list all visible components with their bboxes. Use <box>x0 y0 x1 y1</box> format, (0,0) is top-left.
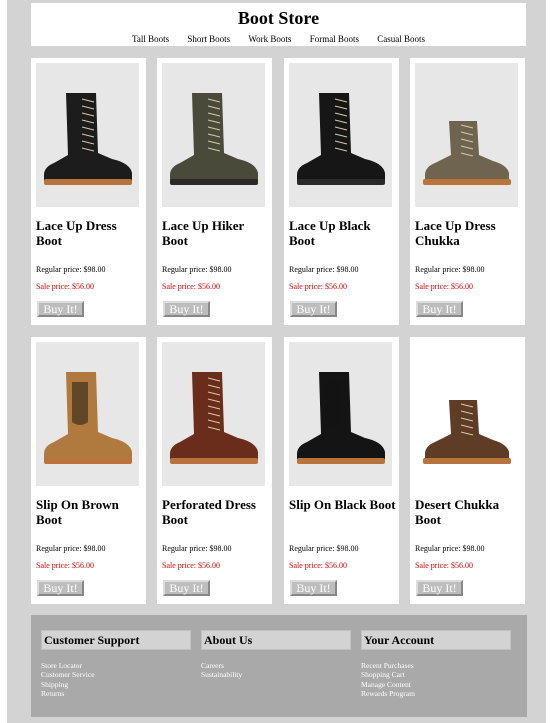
regular-price: Regular price: $98.00 <box>415 544 485 553</box>
sale-price: Sale price: $56.00 <box>36 282 94 291</box>
nav-tall-boots[interactable]: Tall Boots <box>132 34 169 44</box>
boot-illustration <box>44 93 132 185</box>
footer-link-shopping-cart[interactable]: Shopping Cart <box>361 670 511 679</box>
product-card: Lace Up Hiker Boot Regular price: $98.00… <box>157 58 272 325</box>
product-name[interactable]: Slip On Brown Boot <box>36 497 144 527</box>
footer-link-returns[interactable]: Returns <box>41 689 191 698</box>
footer-heading: Customer Support <box>41 630 191 650</box>
sale-price: Sale price: $56.00 <box>289 282 347 291</box>
sale-price: Sale price: $56.00 <box>415 282 473 291</box>
regular-price: Regular price: $98.00 <box>162 544 232 553</box>
sale-price: Sale price: $56.00 <box>289 561 347 570</box>
footer-link-recent-purchases[interactable]: Recent Purchases <box>361 661 511 670</box>
site-footer: Customer Support Store Locator Customer … <box>31 615 527 717</box>
footer-column-about: About Us Careers Sustainability <box>201 630 351 680</box>
sale-price: Sale price: $56.00 <box>415 561 473 570</box>
sale-price: Sale price: $56.00 <box>162 282 220 291</box>
boot-illustration <box>423 400 511 464</box>
product-card: Lace Up Dress Chukka Regular price: $98.… <box>410 58 525 325</box>
product-image[interactable] <box>162 63 265 207</box>
regular-price: Regular price: $98.00 <box>162 265 232 274</box>
buy-button[interactable]: Buy It! <box>416 301 463 317</box>
buy-button[interactable]: Buy It! <box>416 580 463 596</box>
nav-work-boots[interactable]: Work Boots <box>248 34 291 44</box>
regular-price: Regular price: $98.00 <box>289 265 359 274</box>
buy-button[interactable]: Buy It! <box>163 580 210 596</box>
footer-link-rewards-program[interactable]: Rewards Program <box>361 689 511 698</box>
nav-short-boots[interactable]: Short Boots <box>187 34 230 44</box>
product-image[interactable] <box>36 342 139 486</box>
nav-casual-boots[interactable]: Casual Boots <box>377 34 425 44</box>
product-image[interactable] <box>415 342 518 486</box>
product-image[interactable] <box>162 342 265 486</box>
product-card: Lace Up Black Boot Regular price: $98.00… <box>284 58 399 325</box>
product-name[interactable]: Perforated Dress Boot <box>162 497 270 527</box>
boot-illustration <box>297 372 385 464</box>
product-name[interactable]: Lace Up Dress Chukka <box>415 218 523 248</box>
boot-illustration <box>297 93 385 185</box>
footer-link-store-locator[interactable]: Store Locator <box>41 661 191 670</box>
footer-column-account: Your Account Recent Purchases Shopping C… <box>361 630 511 698</box>
footer-link-customer-service[interactable]: Customer Service <box>41 670 191 679</box>
footer-link-shipping[interactable]: Shipping <box>41 680 191 689</box>
page-background: Boot Store Tall Boots Short Boots Work B… <box>7 0 546 723</box>
buy-button[interactable]: Buy It! <box>290 580 337 596</box>
boot-illustration <box>44 372 132 464</box>
sale-price: Sale price: $56.00 <box>36 561 94 570</box>
product-image[interactable] <box>289 63 392 207</box>
sale-price: Sale price: $56.00 <box>162 561 220 570</box>
main-nav: Tall Boots Short Boots Work Boots Formal… <box>31 34 526 44</box>
product-name[interactable]: Lace Up Black Boot <box>289 218 397 248</box>
product-card: Perforated Dress Boot Regular price: $98… <box>157 337 272 604</box>
regular-price: Regular price: $98.00 <box>36 265 106 274</box>
product-name[interactable]: Lace Up Hiker Boot <box>162 218 270 248</box>
buy-button[interactable]: Buy It! <box>37 580 84 596</box>
footer-heading: About Us <box>201 630 351 650</box>
product-name[interactable]: Desert Chukka Boot <box>415 497 523 527</box>
boot-illustration <box>170 372 258 464</box>
product-name[interactable]: Slip On Black Boot <box>289 497 397 512</box>
regular-price: Regular price: $98.00 <box>36 544 106 553</box>
product-card: Desert Chukka Boot Regular price: $98.00… <box>410 337 525 604</box>
product-image[interactable] <box>415 63 518 207</box>
buy-button[interactable]: Buy It! <box>290 301 337 317</box>
product-name[interactable]: Lace Up Dress Boot <box>36 218 144 248</box>
product-image[interactable] <box>289 342 392 486</box>
footer-column-support: Customer Support Store Locator Customer … <box>41 630 191 698</box>
product-image[interactable] <box>36 63 139 207</box>
footer-link-careers[interactable]: Careers <box>201 661 351 670</box>
store-header: Boot Store Tall Boots Short Boots Work B… <box>31 3 526 46</box>
footer-link-manage-content[interactable]: Manage Content <box>361 680 511 689</box>
product-card: Slip On Black Boot Regular price: $98.00… <box>284 337 399 604</box>
boot-illustration <box>170 93 258 185</box>
buy-button[interactable]: Buy It! <box>163 301 210 317</box>
nav-formal-boots[interactable]: Formal Boots <box>310 34 359 44</box>
product-card: Slip On Brown Boot Regular price: $98.00… <box>31 337 146 604</box>
regular-price: Regular price: $98.00 <box>289 544 359 553</box>
boot-illustration <box>423 121 511 185</box>
footer-heading: Your Account <box>361 630 511 650</box>
store-title: Boot Store <box>237 8 320 28</box>
buy-button[interactable]: Buy It! <box>37 301 84 317</box>
regular-price: Regular price: $98.00 <box>415 265 485 274</box>
footer-link-sustainability[interactable]: Sustainability <box>201 670 351 679</box>
product-card: Lace Up Dress Boot Regular price: $98.00… <box>31 58 146 325</box>
